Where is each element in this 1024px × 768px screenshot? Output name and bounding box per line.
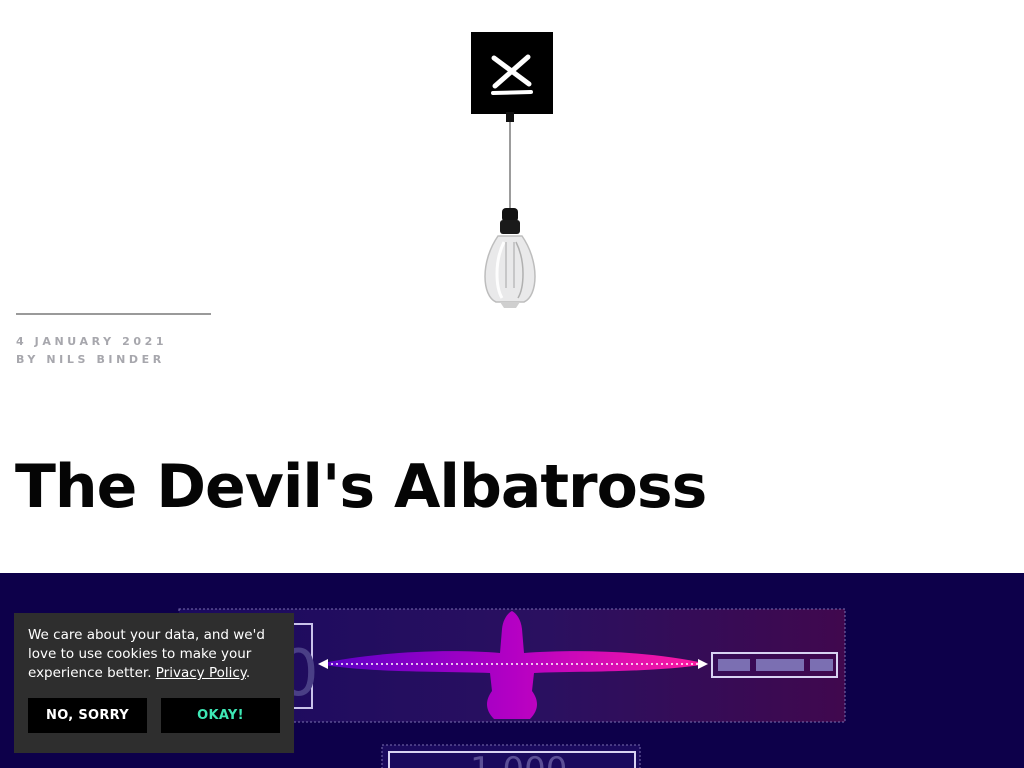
article-date: 4 JANUARY 2021	[16, 335, 168, 348]
hanging-lightbulb-icon	[484, 112, 536, 308]
site-logo[interactable]	[471, 32, 553, 114]
page-title: The Devil's Albatross	[15, 452, 707, 522]
cookie-message-period: .	[245, 665, 251, 681]
decline-cookies-button[interactable]: NO, SORRY	[28, 698, 147, 733]
article-meta: 4 JANUARY 2021 BY NILS BINDER	[16, 333, 167, 369]
page: 4 JANUARY 2021 BY NILS BINDER The Devil'…	[0, 0, 1024, 768]
privacy-policy-link[interactable]: Privacy Policy	[156, 665, 246, 681]
cookie-message: We care about your data, and we'd love t…	[28, 626, 286, 683]
cookie-banner: We care about your data, and we'd love t…	[14, 613, 294, 753]
x-mark-logo-icon	[491, 54, 533, 95]
accept-cookies-button[interactable]: OKAY!	[161, 698, 280, 733]
svg-text:1,000: 1,000	[470, 750, 567, 768]
article-byline: BY NILS BINDER	[16, 353, 165, 366]
meta-divider	[16, 313, 211, 315]
